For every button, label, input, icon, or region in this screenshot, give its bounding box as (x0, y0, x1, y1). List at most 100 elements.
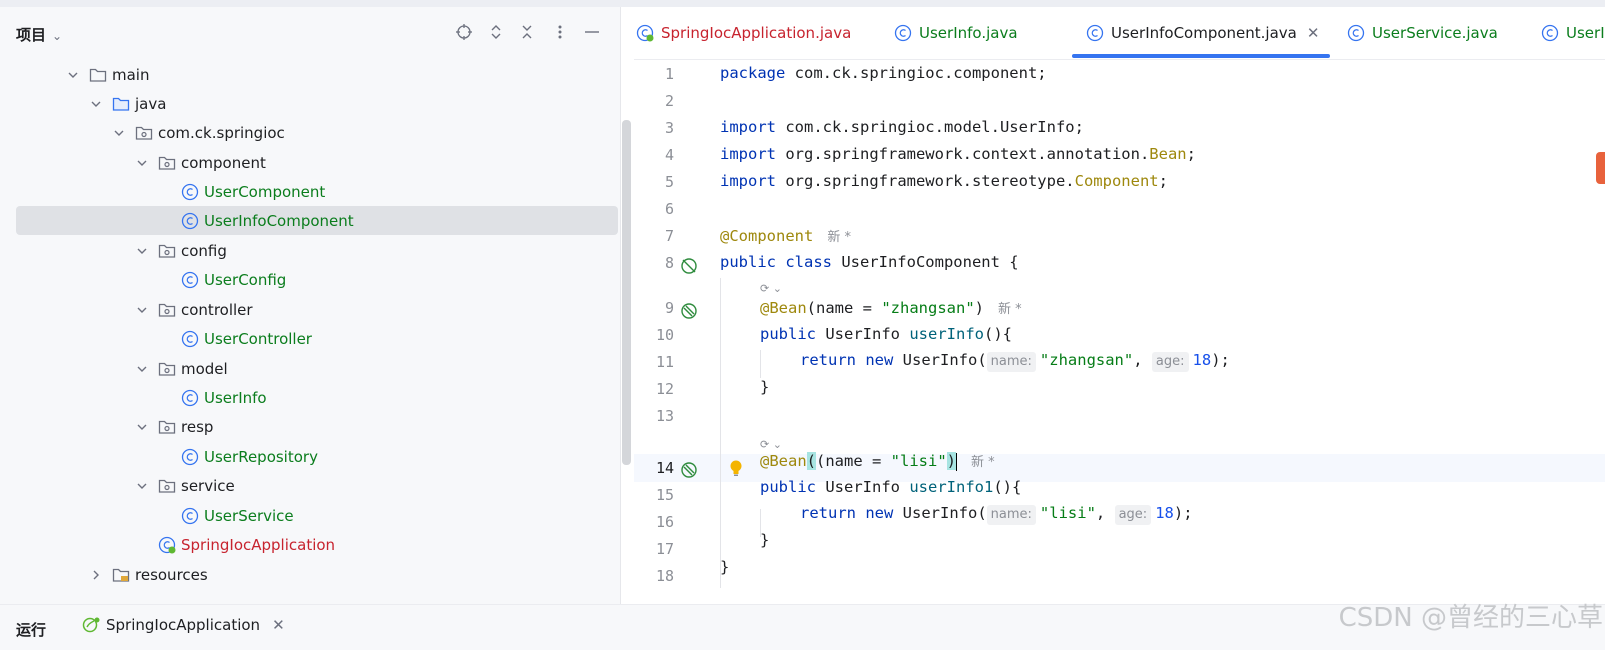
hide-panel-icon[interactable] (580, 20, 604, 44)
line-number: 3 (664, 119, 674, 137)
tree-item-resources[interactable]: resources (0, 560, 618, 589)
line-number: 5 (664, 173, 674, 191)
tree-item-label: UserService (204, 506, 294, 525)
tree-item-label: UserConfig (204, 270, 287, 289)
tree-item-label: UserRepository (204, 447, 318, 466)
param-hint: name: (986, 352, 1036, 372)
close-icon[interactable]: ✕ (1307, 24, 1320, 42)
tree-item-usercontroller[interactable]: UserController (0, 324, 618, 353)
tab-springiocapplication[interactable]: SpringIocApplication.java (636, 7, 851, 59)
code-line-10[interactable]: public UserInfo userInfo(){ (760, 325, 1012, 343)
ai-action-icon[interactable]: ⟳ ⌄ (760, 282, 782, 295)
chevron-down-icon[interactable] (66, 68, 80, 82)
lightbulb-icon[interactable] (728, 459, 744, 477)
code-line-1[interactable]: package com.ck.springioc.component; (720, 64, 1047, 82)
package-icon (158, 418, 176, 436)
code-line-7[interactable]: @Component 新 * (720, 226, 851, 245)
tree-item-springiocapplication[interactable]: SpringIocApplication (0, 530, 618, 559)
chevron-down-icon[interactable] (135, 156, 149, 170)
tree-item-resp[interactable]: resp (0, 412, 618, 441)
tree-item-userrepository[interactable]: UserRepository (0, 442, 618, 471)
tree-item-service[interactable]: service (0, 471, 618, 500)
spring-bean-gutter-icon[interactable] (680, 257, 698, 275)
tab-useri-truncated[interactable]: UserI (1541, 7, 1605, 59)
line-number: 6 (664, 200, 674, 218)
chevron-right-icon[interactable] (89, 568, 103, 582)
code-line-11[interactable]: return new UserInfo(name: "zhangsan", age… (800, 351, 1230, 372)
close-icon[interactable]: ✕ (272, 616, 285, 634)
tab-label: UserService.java (1372, 24, 1498, 42)
run-config-tab[interactable]: SpringIocApplication ✕ (82, 616, 285, 634)
code-line-8[interactable]: public class UserInfoComponent { (720, 253, 1019, 271)
tree-item-label: SpringIocApplication (181, 535, 336, 554)
watermark: CSDN @曾经的三心草 (1338, 603, 1603, 633)
chevron-down-icon[interactable] (89, 97, 103, 111)
code-line-15[interactable]: public UserInfo userInfo1(){ (760, 478, 1021, 496)
tree-item-label: resp (181, 417, 214, 436)
project-view-selector[interactable]: 项目 ⌄ (16, 24, 62, 45)
code-line-3[interactable]: import com.ck.springioc.model.UserInfo; (720, 118, 1084, 136)
line-number: 9 (664, 299, 674, 317)
code-line-5[interactable]: import org.springframework.stereotype.Co… (720, 172, 1168, 190)
project-tree-scrollbar[interactable] (622, 120, 631, 465)
more-options-icon[interactable] (548, 20, 572, 44)
param-hint: name: (986, 505, 1036, 525)
spring-run-icon (82, 616, 102, 634)
tree-item-label: main (112, 65, 150, 84)
tree-item-userservice[interactable]: UserService (0, 501, 618, 530)
ai-action-icon[interactable]: ⟳ ⌄ (760, 438, 782, 451)
tree-item-label: UserInfoComponent (204, 211, 354, 230)
chevron-down-icon[interactable] (135, 420, 149, 434)
tree-item-config[interactable]: config (0, 236, 618, 265)
tree-item-userinfocomponent[interactable]: UserInfoComponent (16, 206, 618, 235)
tree-item-userconfig[interactable]: UserConfig (0, 265, 618, 294)
tab-userinfocomponent[interactable]: UserInfoComponent.java ✕ (1086, 7, 1319, 59)
chevron-down-icon[interactable] (112, 126, 126, 140)
spring-bean-gutter-icon[interactable] (680, 461, 698, 479)
floating-plugin-icon[interactable] (1596, 152, 1605, 184)
code-line-14[interactable]: @Bean((name = "lisi") 新 * (760, 451, 995, 471)
locate-file-icon[interactable] (452, 20, 476, 44)
class-icon (181, 389, 199, 407)
chevron-down-icon[interactable] (135, 303, 149, 317)
spring-bean-gutter-icon[interactable] (680, 302, 698, 320)
package-icon (135, 124, 153, 142)
run-tool-window-title[interactable]: 运行 (16, 619, 46, 640)
expand-all-icon[interactable] (484, 20, 508, 44)
chevron-down-icon[interactable] (135, 362, 149, 376)
chevron-down-icon[interactable] (135, 479, 149, 493)
tree-item-label: config (181, 241, 227, 260)
tree-item-model[interactable]: model (0, 354, 618, 383)
code-line-17[interactable]: } (760, 531, 769, 549)
tree-item-controller[interactable]: controller (0, 295, 618, 324)
source-folder-icon (112, 95, 130, 113)
class-icon (181, 507, 199, 525)
tree-item-java[interactable]: java (0, 89, 618, 118)
code-line-18[interactable]: } (720, 558, 729, 576)
tree-item-package-root[interactable]: com.ck.springioc (0, 118, 618, 147)
code-line-16[interactable]: return new UserInfo(name: "lisi", age: 18)… (800, 504, 1193, 525)
chevron-down-icon[interactable] (135, 244, 149, 258)
tab-userservice[interactable]: UserService.java (1347, 7, 1498, 59)
author-hint: 新 * (998, 302, 1022, 317)
tree-item-userinfo[interactable]: UserInfo (0, 383, 618, 412)
author-hint: 新 * (971, 455, 995, 470)
code-line-9[interactable]: @Bean(name = "zhangsan") 新 * (760, 298, 1022, 317)
code-line-12[interactable]: } (760, 378, 769, 396)
class-icon (1541, 24, 1559, 42)
line-number: 15 (655, 486, 674, 504)
tree-item-component[interactable]: component (0, 148, 618, 177)
tree-item-usercomponent[interactable]: UserComponent (0, 177, 618, 206)
tree-item-main[interactable]: main (0, 60, 618, 89)
tree-item-label: model (181, 359, 228, 378)
tab-label: UserInfoComponent.java (1111, 24, 1297, 42)
tree-item-label: UserController (204, 329, 312, 348)
line-number: 1 (664, 65, 674, 83)
run-tab-label: SpringIocApplication (106, 616, 261, 634)
window-top-strip (0, 0, 1605, 7)
author-hint: 新 * (827, 230, 851, 245)
package-icon (158, 301, 176, 319)
collapse-all-icon[interactable] (515, 20, 539, 44)
tab-userinfo[interactable]: UserInfo.java (894, 7, 1018, 59)
code-line-4[interactable]: import org.springframework.context.annot… (720, 145, 1196, 163)
